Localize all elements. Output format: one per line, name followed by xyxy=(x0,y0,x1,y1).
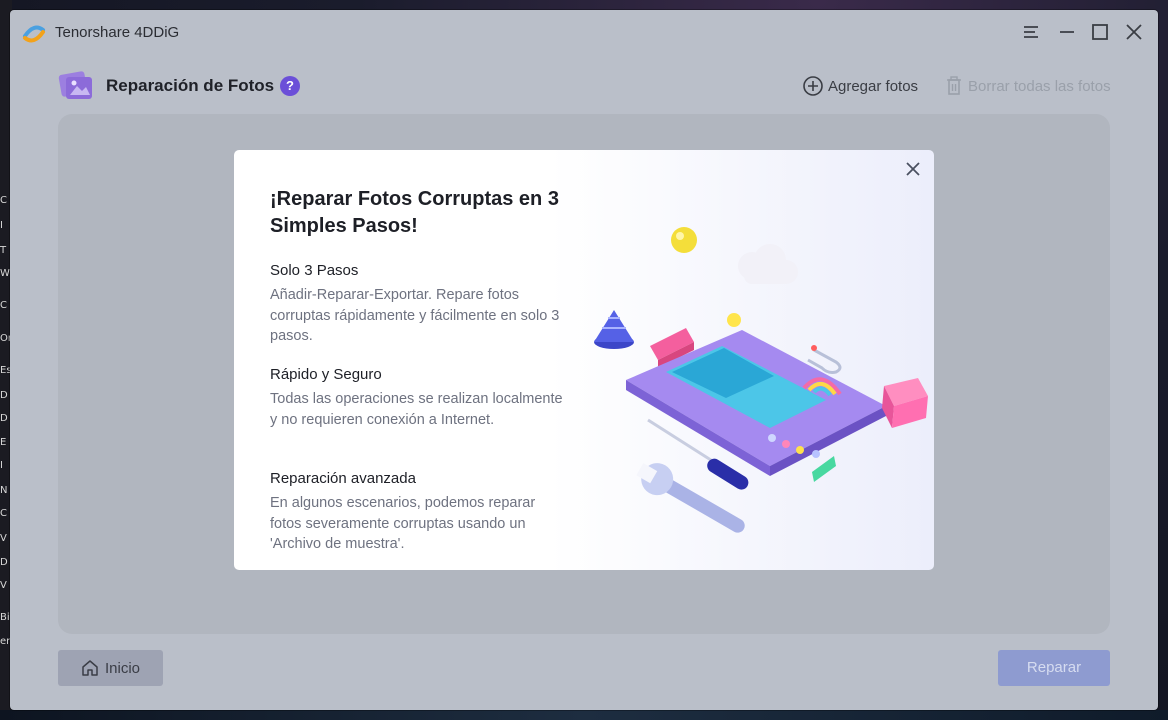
minimize-icon[interactable] xyxy=(1057,22,1077,42)
step-description: Añadir-Reparar-Exportar. Repare fotos co… xyxy=(270,287,560,344)
home-button[interactable]: Inicio xyxy=(58,650,163,686)
add-photos-label: Agregar fotos xyxy=(828,77,919,95)
add-photos-button[interactable]: Agregar fotos xyxy=(802,74,918,98)
step-description: En algunos escenarios, podemos reparar f… xyxy=(270,495,536,552)
photo-repair-icon xyxy=(58,71,92,99)
help-icon[interactable]: ? xyxy=(280,76,300,96)
page-header: Reparación de Fotos ? Agregar fotos Borr… xyxy=(10,66,1158,106)
close-dialog-icon[interactable] xyxy=(902,158,924,180)
step-description: Todas las operaciones se realizan localm… xyxy=(270,391,563,428)
app-title: Tenorshare 4DDiG xyxy=(55,24,180,41)
photo-repair-illustration xyxy=(594,227,928,533)
home-label: Inicio xyxy=(104,659,141,677)
step-title: Rápido y Seguro xyxy=(270,366,382,383)
intro-dialog: ¡Reparar Fotos Corruptas en 3 Simples Pa… xyxy=(234,150,934,570)
step-title: Solo 3 Pasos xyxy=(270,262,359,279)
title-bar[interactable]: Tenorshare 4DDiG xyxy=(10,10,1158,54)
repair-button[interactable]: Reparar xyxy=(998,650,1110,686)
close-window-icon[interactable] xyxy=(1124,22,1144,42)
desktop-wallpaper xyxy=(0,710,1168,720)
step-title: Reparación avanzada xyxy=(270,470,416,487)
page-title: Reparación de Fotos xyxy=(106,76,275,95)
step-item: Solo 3 Pasos Añadir-Reparar-Exportar. Re… xyxy=(270,262,570,347)
app-logo-icon xyxy=(23,25,45,43)
dialog-title: ¡Reparar Fotos Corruptas en 3 Simples Pa… xyxy=(270,188,559,237)
step-item: Reparación avanzada En algunos escenario… xyxy=(270,470,570,555)
add-circle-icon xyxy=(803,76,823,96)
home-icon xyxy=(82,660,98,676)
delete-all-label: Borrar todas las fotos xyxy=(968,77,1111,95)
menu-icon[interactable] xyxy=(1021,22,1041,42)
step-item: Rápido y Seguro Todas las operaciones se… xyxy=(270,366,570,430)
delete-all-photos-button[interactable]: Borrar todas las fotos xyxy=(944,74,1111,98)
maximize-icon[interactable] xyxy=(1090,22,1110,42)
trash-icon xyxy=(947,76,961,95)
